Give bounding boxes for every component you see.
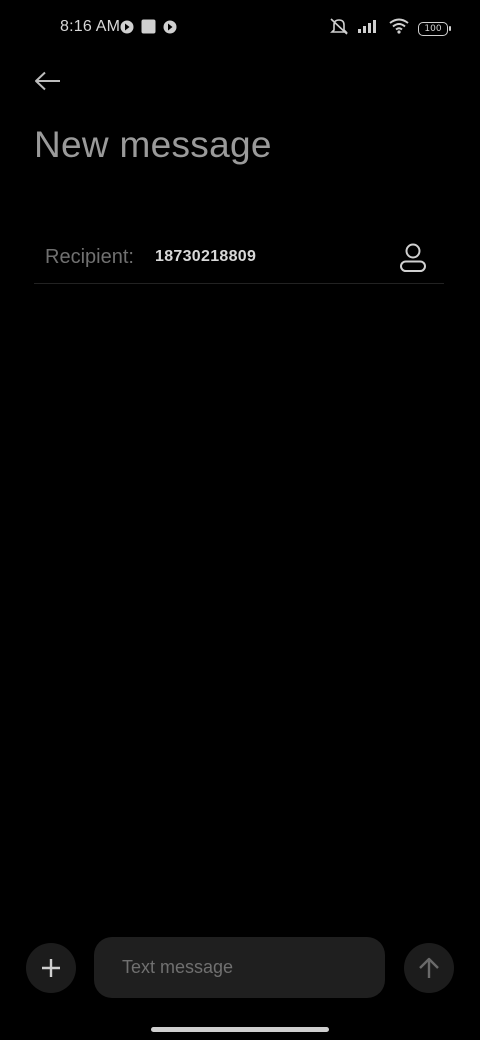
square-notification-icon [141,19,156,39]
person-icon [400,243,426,272]
attach-button[interactable] [26,943,76,993]
arrow-left-icon [35,71,60,91]
new-message-screen: 8:16 AM 100 New message Recipient: 18730… [0,0,480,1040]
message-input[interactable] [94,937,385,998]
recipient-row[interactable]: Recipient: 18730218809 [34,232,444,284]
notification-icons [120,19,177,39]
app-notification-icon [163,20,177,39]
wifi-icon [389,18,409,39]
select-contact-button[interactable] [396,240,430,276]
battery-icon: 100 [418,21,451,36]
status-time: 8:16 AM [60,18,121,35]
back-button[interactable] [28,62,68,100]
plus-icon [42,959,60,977]
status-bar: 8:16 AM 100 [0,0,480,56]
system-icons: 100 [329,17,451,40]
send-button[interactable] [404,943,454,993]
arrow-up-icon [419,957,439,978]
home-indicator[interactable] [151,1027,329,1032]
signal-icon [358,19,380,38]
app-notification-icon [120,20,134,39]
recipient-label: Recipient: [45,246,134,268]
recipient-value[interactable]: 18730218809 [155,248,256,266]
page-title: New message [34,124,272,165]
silent-icon [329,17,349,40]
